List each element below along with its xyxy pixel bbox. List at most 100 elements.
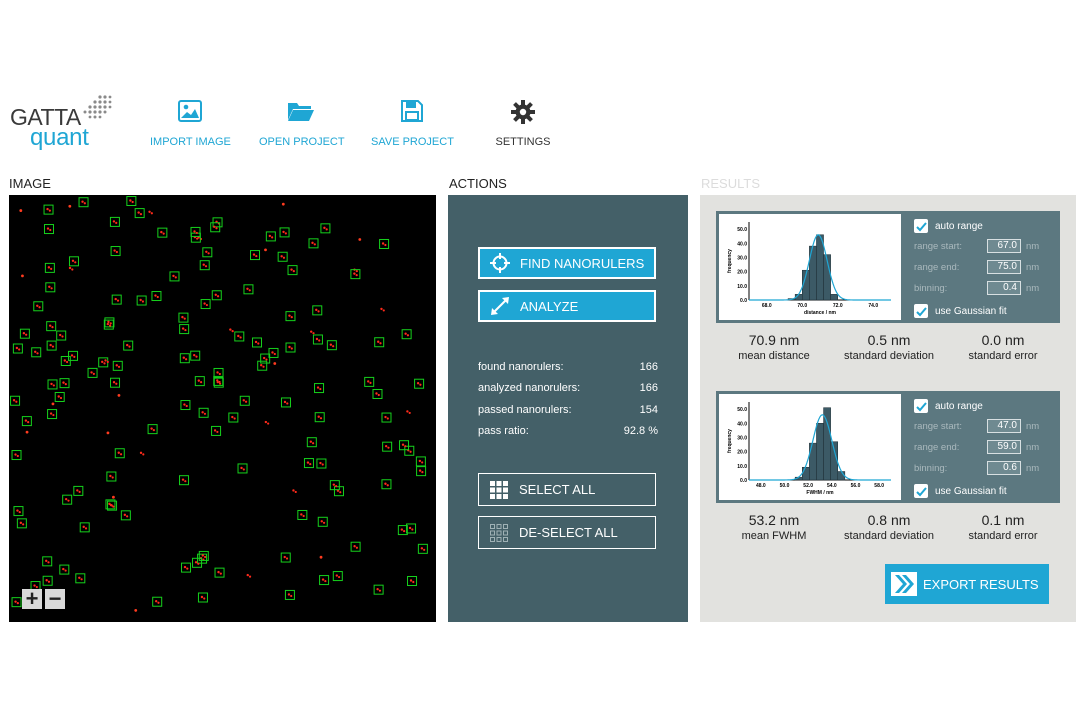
nanoruler-spot[interactable] (284, 589, 295, 600)
nanoruler-spot[interactable] (11, 450, 22, 461)
zoom-out-button[interactable]: − (45, 588, 65, 610)
nanoruler-spot[interactable] (277, 251, 288, 262)
nanoruler-spot[interactable] (68, 266, 74, 271)
nanoruler-spot[interactable] (303, 458, 314, 469)
nanoruler-spot[interactable] (285, 311, 296, 322)
nanoruler-spot[interactable] (169, 271, 180, 282)
nanoruler-spot[interactable] (214, 567, 225, 578)
distance-auto-range-checkbox[interactable]: auto range (914, 219, 983, 233)
nanoruler-spot[interactable] (46, 321, 57, 332)
nanoruler-spot[interactable] (123, 340, 134, 351)
fwhm-range-end-field[interactable]: 59.0 (987, 440, 1021, 454)
nanoruler-spot[interactable] (417, 543, 428, 554)
nanoruler-spot[interactable] (406, 523, 417, 534)
nanoruler-spot[interactable] (110, 377, 121, 388)
fwhm-auto-range-checkbox[interactable]: auto range (914, 399, 983, 413)
nanoruler-spot[interactable] (239, 395, 250, 406)
nanoruler-spot[interactable] (197, 592, 208, 603)
nanoruler-spot[interactable] (59, 564, 70, 575)
nanoruler-spot[interactable] (264, 420, 270, 425)
nanoruler-spot[interactable] (46, 340, 57, 351)
nanoruler-spot[interactable] (148, 210, 153, 215)
nanoruler-spot[interactable] (292, 489, 297, 494)
nanoruler-spot[interactable] (110, 246, 121, 257)
nanoruler-spot[interactable] (194, 376, 205, 387)
nanoruler-spot[interactable] (147, 424, 158, 435)
fwhm-gaussian-checkbox[interactable]: use Gaussian fit (914, 484, 1007, 498)
nanoruler-spot[interactable] (401, 329, 412, 340)
nanoruler-spot[interactable] (31, 347, 42, 358)
nanoruler-spot[interactable] (199, 260, 210, 271)
nanoruler-spot[interactable] (332, 571, 343, 582)
nanoruler-spot[interactable] (126, 196, 137, 207)
nanoruler-spot[interactable] (379, 238, 390, 249)
nanoruler-spot[interactable] (47, 379, 58, 390)
nanoruler-spot[interactable] (279, 227, 290, 238)
nanoruler-spot[interactable] (12, 343, 23, 354)
nanoruler-spot[interactable] (310, 330, 315, 335)
nanoruler-spot[interactable] (180, 400, 191, 411)
nanoruler-spot[interactable] (285, 342, 296, 353)
nanoruler-spot[interactable] (316, 458, 327, 469)
nanoruler-spot[interactable] (120, 510, 131, 521)
nanoruler-spot[interactable] (326, 340, 337, 351)
nanoruler-spot[interactable] (280, 552, 291, 563)
deselect-all-button[interactable]: DE-SELECT ALL (478, 516, 656, 549)
nanoruler-spot[interactable] (73, 485, 84, 496)
nanoruler-spot[interactable] (200, 299, 211, 310)
nanoruler-spot[interactable] (33, 301, 44, 312)
nanoruler-spot[interactable] (43, 204, 54, 215)
analyze-button[interactable]: ANALYZE (478, 290, 656, 322)
nanoruler-spot[interactable] (68, 256, 79, 267)
export-results-button[interactable]: EXPORT RESULTS (885, 564, 1049, 604)
nanoruler-spot[interactable] (416, 466, 427, 477)
nanoruler-spot[interactable] (372, 388, 383, 399)
nanoruler-spot[interactable] (373, 584, 384, 595)
select-all-button[interactable]: SELECT ALL (478, 473, 656, 506)
nanoruler-spot[interactable] (134, 208, 145, 219)
nanoruler-spot[interactable] (109, 216, 120, 227)
nanoruler-spot[interactable] (139, 451, 145, 456)
nanoruler-spot[interactable] (21, 416, 32, 427)
nanoruler-spot[interactable] (10, 395, 21, 406)
nanoruler-spot[interactable] (42, 575, 53, 586)
distance-gaussian-checkbox[interactable]: use Gaussian fit (914, 304, 1007, 318)
nanoruler-spot[interactable] (56, 330, 67, 341)
nanoruler-spot[interactable] (44, 262, 55, 273)
nanoruler-spot[interactable] (181, 562, 192, 573)
nanoruler-spot[interactable] (317, 516, 328, 527)
nanoruler-spot[interactable] (382, 441, 393, 452)
nanoruler-spot[interactable] (320, 223, 331, 234)
nanoruler-spot[interactable] (179, 353, 190, 364)
nanoruler-spot[interactable] (308, 238, 319, 249)
nanoruler-spot[interactable] (152, 596, 163, 607)
nanoruler-spot[interactable] (157, 227, 168, 238)
settings-button[interactable]: SETTINGS (494, 100, 552, 150)
save-project-button[interactable]: SAVE PROJECT (371, 100, 454, 150)
nanoruler-spot[interactable] (45, 282, 56, 293)
nanoruler-spot[interactable] (234, 331, 245, 342)
nanoruler-spot[interactable] (114, 448, 125, 459)
nanoruler-spot[interactable] (87, 367, 98, 378)
nanoruler-spot[interactable] (312, 334, 323, 345)
nanoruler-spot[interactable] (374, 337, 385, 348)
nanoruler-spot[interactable] (381, 479, 392, 490)
nanoruler-spot[interactable] (414, 378, 425, 389)
distance-range-end-field[interactable]: 75.0 (987, 260, 1021, 274)
nanoruler-spot[interactable] (319, 575, 330, 586)
fwhm-range-start-field[interactable]: 47.0 (987, 419, 1021, 433)
nanoruler-spot[interactable] (237, 463, 248, 474)
microscopy-image[interactable] (9, 195, 436, 622)
nanoruler-spot[interactable] (397, 525, 408, 536)
nanoruler-spot[interactable] (106, 471, 117, 482)
nanoruler-spot[interactable] (246, 573, 252, 578)
nanoruler-spot[interactable] (75, 573, 86, 584)
nanoruler-spot[interactable] (280, 397, 291, 408)
nanoruler-spot[interactable] (243, 284, 254, 295)
nanoruler-spot[interactable] (211, 425, 222, 436)
nanoruler-spot[interactable] (179, 324, 190, 335)
nanoruler-spot[interactable] (350, 541, 361, 552)
nanoruler-spot[interactable] (19, 328, 30, 339)
nanoruler-spot[interactable] (42, 556, 53, 567)
nanoruler-spot[interactable] (228, 412, 239, 423)
